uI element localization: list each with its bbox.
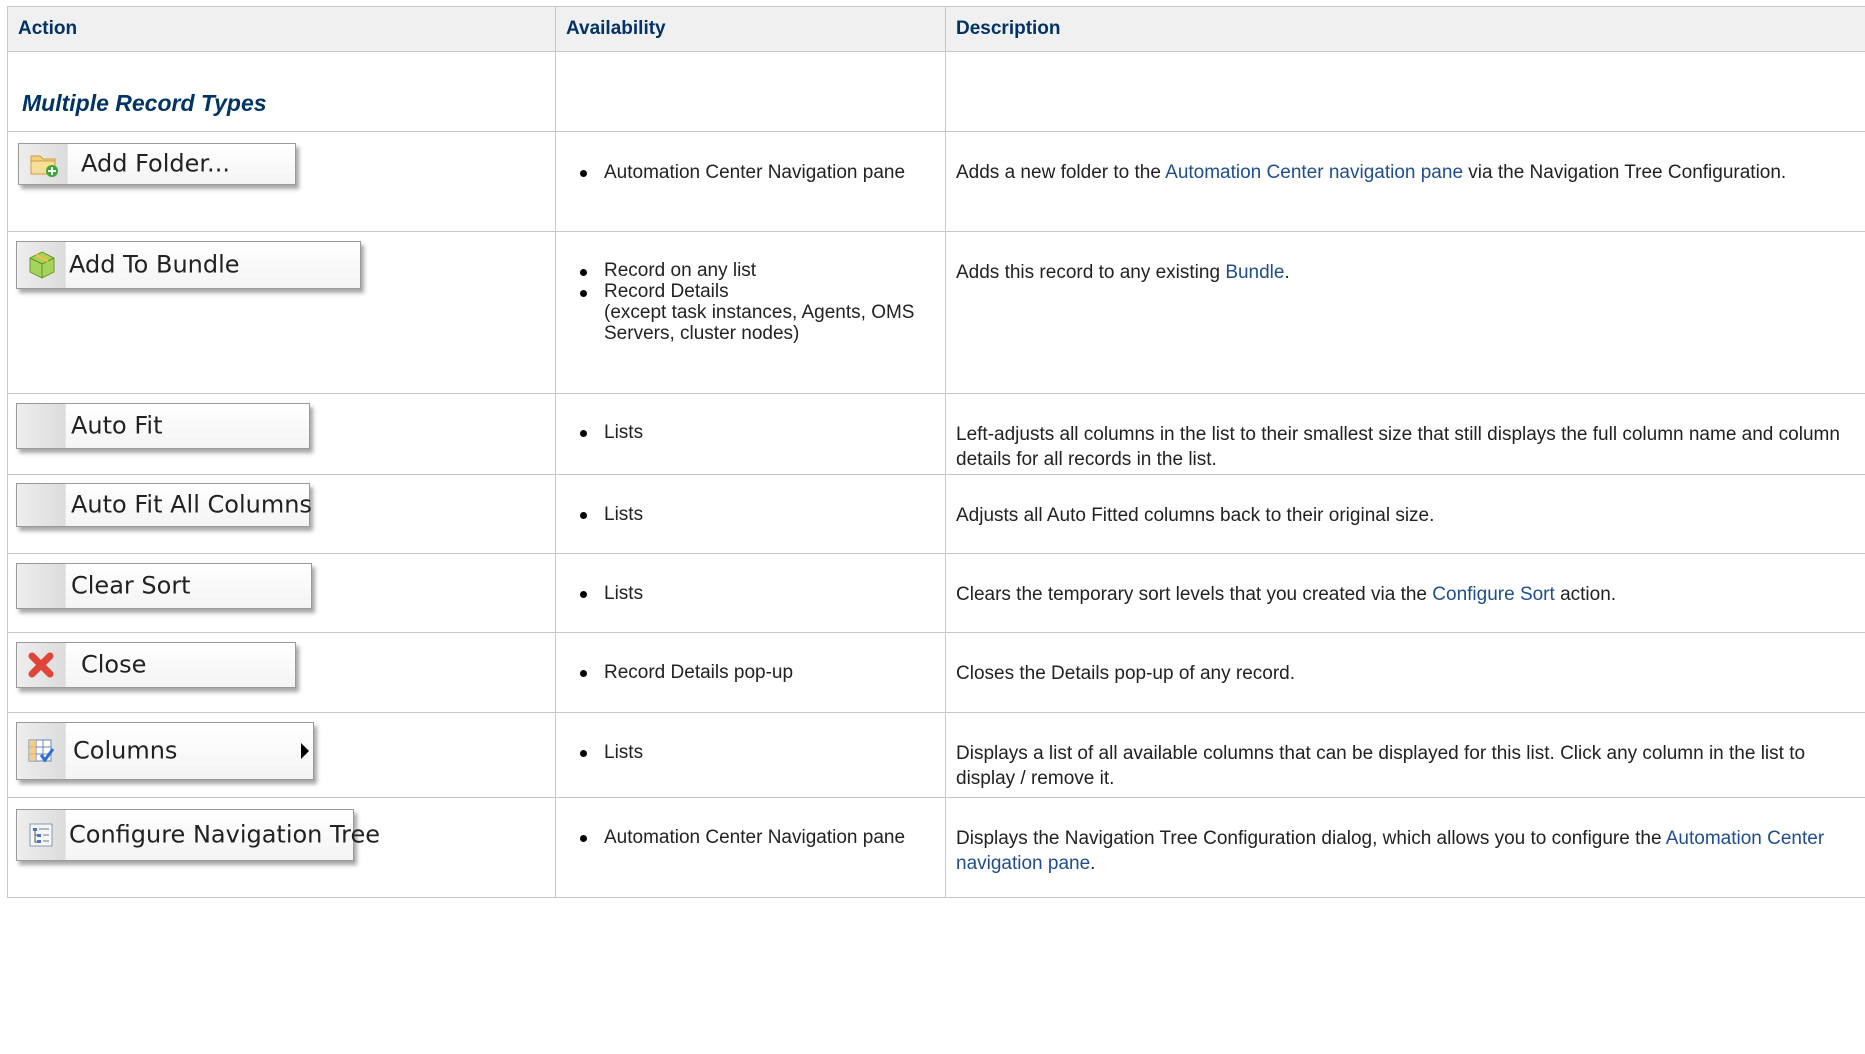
navigation-tree-icon: [29, 823, 53, 847]
availability-item: Record on any list: [580, 260, 935, 281]
availability-cell: Record on any list Record Details (excep…: [555, 231, 946, 394]
button-label: Columns: [73, 736, 178, 765]
availability-item: Lists: [580, 421, 935, 445]
description-text: Displays the Navigation Tree Configurati…: [956, 828, 1825, 874]
table-row: Configure Navigation Tree Automation Cen…: [7, 797, 1865, 898]
add-to-bundle-button[interactable]: Add To Bundle: [16, 241, 361, 289]
table-row: Auto Fit Lists Left-adjusts all columns …: [7, 393, 1865, 475]
availability-cell: Automation Center Navigation pane: [555, 131, 946, 232]
action-cell: Auto Fit: [7, 393, 556, 475]
action-cell: Add To Bundle: [7, 231, 556, 394]
action-cell: Auto Fit All Columns: [7, 474, 556, 554]
availability-item: Record Details pop-up: [580, 661, 935, 685]
action-cell: Columns: [7, 712, 556, 798]
configure-sort-link[interactable]: Configure Sort: [1432, 584, 1555, 605]
availability-item: Automation Center Navigation pane: [580, 161, 935, 185]
table-row: Auto Fit All Columns Lists Adjusts all A…: [7, 474, 1865, 554]
clear-sort-button[interactable]: Clear Sort: [16, 563, 312, 609]
description-text: Adds this record to any existing Bundle.: [956, 262, 1290, 283]
bundle-link[interactable]: Bundle: [1225, 262, 1284, 283]
configure-navigation-tree-button[interactable]: Configure Navigation Tree: [16, 809, 380, 861]
availability-item: Record Details (except task instances, A…: [580, 281, 935, 344]
availability-item: Lists: [580, 741, 935, 765]
folder-add-icon: [30, 155, 58, 177]
action-cell: Close: [7, 632, 556, 713]
automation-center-navigation-pane-link[interactable]: Automation Center navigation pane: [1165, 162, 1463, 183]
description-cell: Displays the Navigation Tree Configurati…: [945, 797, 1865, 898]
availability-cell: Lists: [555, 474, 946, 554]
description-text: Adds a new folder to the Automation Cent…: [956, 162, 1787, 183]
table-row: Add To Bundle Record on any list Record …: [7, 231, 1865, 394]
bundle-cube-icon: [29, 251, 55, 279]
header-description: Description: [945, 6, 1865, 52]
action-cell: Add Folder...: [7, 131, 556, 232]
section-title: Multiple Record Types: [22, 90, 267, 116]
description-cell: Adds this record to any existing Bundle.: [945, 231, 1865, 394]
description-text: Displays a list of all available columns…: [956, 743, 1806, 789]
description-cell: Closes the Details pop-up of any record.: [945, 632, 1865, 713]
description-text: Left-adjusts all columns in the list to …: [956, 424, 1840, 470]
availability-item: Lists: [580, 582, 935, 606]
button-label: Auto Fit All Columns: [71, 490, 312, 519]
button-label: Add Folder...: [81, 149, 230, 178]
button-label: Configure Navigation Tree: [69, 820, 381, 849]
button-label: Close: [81, 650, 147, 679]
description-text: Adjusts all Auto Fitted columns back to …: [956, 505, 1435, 526]
description-cell: Clears the temporary sort levels that yo…: [945, 553, 1865, 633]
table-row: Clear Sort Lists Clears the temporary so…: [7, 553, 1865, 633]
close-button[interactable]: Close: [16, 642, 296, 688]
table-row: Add Folder... Automation Center Navigati…: [7, 131, 1865, 232]
header-action: Action: [7, 6, 556, 52]
description-cell: Adjusts all Auto Fitted columns back to …: [945, 474, 1865, 554]
availability-cell: Lists: [555, 393, 946, 475]
close-x-icon: [28, 652, 54, 678]
auto-fit-all-columns-button[interactable]: Auto Fit All Columns: [16, 483, 312, 527]
description-text: Clears the temporary sort levels that yo…: [956, 584, 1617, 605]
availability-item: Lists: [580, 503, 935, 527]
section-row: Multiple Record Types: [7, 51, 1865, 132]
auto-fit-button[interactable]: Auto Fit: [16, 403, 310, 449]
availability-cell: Record Details pop-up: [555, 632, 946, 713]
submenu-arrow-icon: [301, 743, 309, 759]
availability-cell: Lists: [555, 553, 946, 633]
action-cell: Clear Sort: [7, 553, 556, 633]
actions-table: Action Availability Description Multiple…: [7, 6, 1865, 898]
columns-button[interactable]: Columns: [16, 722, 314, 780]
description-cell: Left-adjusts all columns in the list to …: [945, 393, 1865, 475]
section-title-cell: Multiple Record Types: [7, 51, 556, 132]
button-label: Clear Sort: [71, 571, 191, 600]
action-cell: Configure Navigation Tree: [7, 797, 556, 898]
table-row: Columns Lists Displays a list of all ava…: [7, 712, 1865, 798]
header-availability: Availability: [555, 6, 946, 52]
button-label: Auto Fit: [71, 411, 163, 440]
description-cell: Displays a list of all available columns…: [945, 712, 1865, 798]
header-row: Action Availability Description: [7, 6, 1865, 52]
availability-cell: Lists: [555, 712, 946, 798]
description-cell: Adds a new folder to the Automation Cent…: [945, 131, 1865, 232]
button-label: Add To Bundle: [69, 250, 240, 279]
availability-item: Automation Center Navigation pane: [580, 826, 935, 850]
columns-grid-icon: [28, 739, 55, 763]
add-folder-button[interactable]: Add Folder...: [18, 143, 296, 185]
table-row: Close Record Details pop-up Closes the D…: [7, 632, 1865, 713]
availability-cell: Automation Center Navigation pane: [555, 797, 946, 898]
description-text: Closes the Details pop-up of any record.: [956, 663, 1296, 684]
